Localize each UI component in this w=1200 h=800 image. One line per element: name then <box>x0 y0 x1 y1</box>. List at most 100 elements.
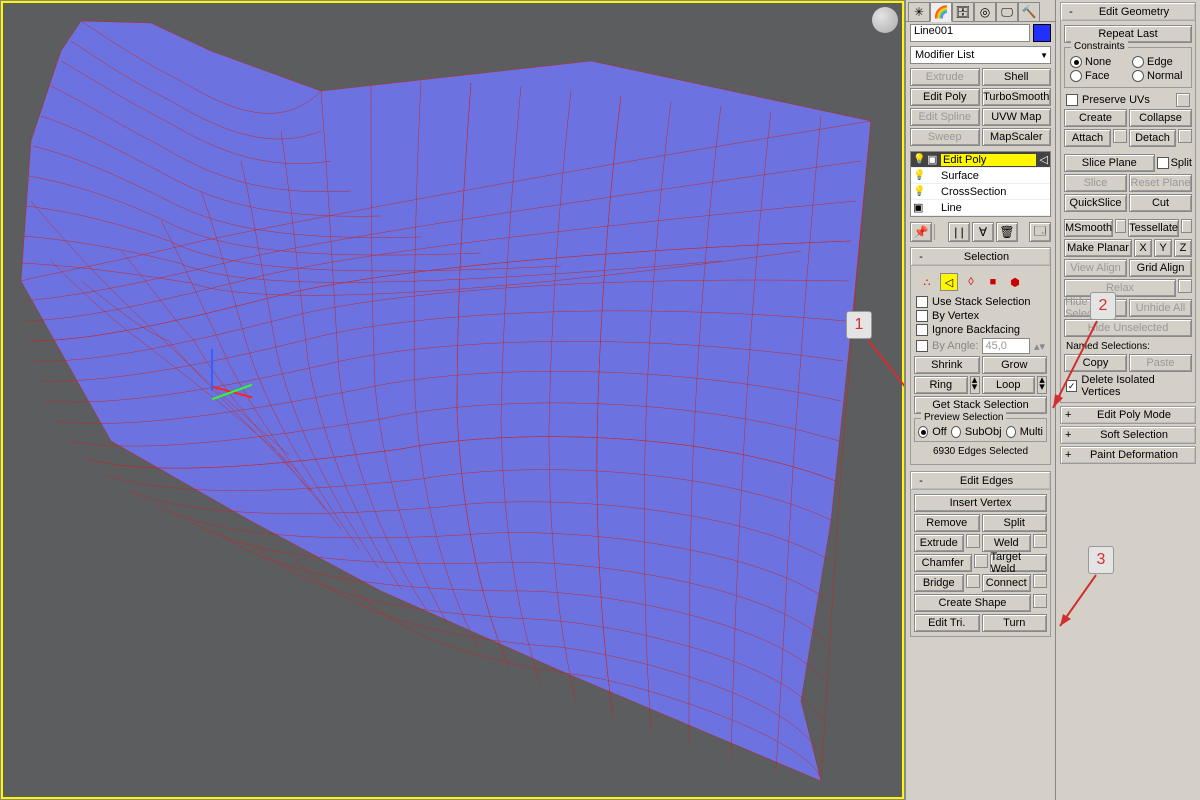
btn-create[interactable]: Create <box>1064 109 1127 127</box>
axis-z[interactable] <box>211 349 213 391</box>
show-end-result-button[interactable]: | | <box>948 222 970 242</box>
btn-turbosmooth[interactable]: TurboSmooth <box>982 88 1052 106</box>
btn-slice[interactable]: Slice <box>1064 174 1127 192</box>
tab-display[interactable]: 🖵 <box>996 2 1018 22</box>
btn-grow[interactable]: Grow <box>982 356 1048 374</box>
radio-preview-subobj[interactable] <box>951 426 961 438</box>
btn-target-weld[interactable]: Target Weld <box>990 554 1048 572</box>
chk-delete-isolated[interactable]: ✓ <box>1066 380 1077 392</box>
btn-planar-z[interactable]: Z <box>1174 239 1192 257</box>
btn-planar-y[interactable]: Y <box>1154 239 1172 257</box>
btn-turn[interactable]: Turn <box>982 614 1048 632</box>
lightbulb-icon[interactable]: 💡 <box>913 154 923 165</box>
btn-create-shape[interactable]: Create Shape <box>914 594 1031 612</box>
btn-paste-named[interactable]: Paste <box>1129 354 1192 372</box>
radio-constraint-edge[interactable] <box>1132 56 1144 68</box>
loop-spinner[interactable]: ▴▾ <box>1037 376 1047 394</box>
btn-extrude-edge[interactable]: Extrude <box>914 534 964 552</box>
btn-planar-x[interactable]: X <box>1134 239 1152 257</box>
weld-settings[interactable] <box>1033 534 1047 548</box>
btn-sweep[interactable]: Sweep <box>910 128 980 146</box>
radio-constraint-face[interactable] <box>1070 70 1082 82</box>
btn-connect[interactable]: Connect <box>982 574 1032 592</box>
btn-collapse[interactable]: Collapse <box>1129 109 1192 127</box>
angle-spinner-arrows[interactable]: ▴▾ <box>1034 340 1045 353</box>
lightbulb-icon[interactable]: 💡 <box>913 170 923 181</box>
chk-preserve-uvs[interactable] <box>1066 94 1078 106</box>
detach-settings[interactable] <box>1178 129 1192 143</box>
rollout-header-edit-geometry[interactable]: - Edit Geometry <box>1061 3 1195 21</box>
btn-insert-vertex[interactable]: Insert Vertex <box>914 494 1047 512</box>
btn-copy-named[interactable]: Copy <box>1064 354 1127 372</box>
btn-relax[interactable]: Relax <box>1064 279 1176 297</box>
viewcube[interactable] <box>872 7 898 33</box>
btn-shrink[interactable]: Shrink <box>914 356 980 374</box>
btn-weld[interactable]: Weld <box>982 534 1032 552</box>
tab-motion[interactable]: ◎ <box>974 2 996 22</box>
expand-icon[interactable]: ▣ <box>927 153 937 166</box>
btn-editspline[interactable]: Edit Spline <box>910 108 980 126</box>
btn-hide-unselected[interactable]: Hide Unselected <box>1064 319 1192 337</box>
rollout-paint-deformation[interactable]: +Paint Deformation <box>1060 446 1196 464</box>
chk-ignore-backfacing[interactable] <box>916 324 928 336</box>
btn-unhide-all[interactable]: Unhide All <box>1129 299 1192 317</box>
angle-spinner[interactable]: 45,0 <box>982 338 1029 354</box>
rollout-header-selection[interactable]: - Selection <box>911 248 1050 266</box>
btn-shell[interactable]: Shell <box>982 68 1052 86</box>
btn-reset-plane[interactable]: Reset Plane <box>1129 174 1192 192</box>
btn-mapscaler[interactable]: MapScaler <box>982 128 1052 146</box>
btn-tessellate[interactable]: Tessellate <box>1128 219 1179 237</box>
tab-utilities[interactable]: 🔨 <box>1018 2 1040 22</box>
stack-item-editpoly[interactable]: 💡 ▣ Edit Poly ◁ <box>911 152 1050 168</box>
chk-split-slice[interactable] <box>1157 157 1169 169</box>
btn-cut[interactable]: Cut <box>1129 194 1192 212</box>
radio-preview-off[interactable] <box>918 426 928 438</box>
chamfer-settings[interactable] <box>974 554 988 568</box>
msmooth-settings[interactable] <box>1115 219 1126 233</box>
ring-spinner[interactable]: ▴▾ <box>970 376 980 394</box>
relax-settings[interactable] <box>1178 279 1192 293</box>
expand-icon[interactable]: ▣ <box>913 201 923 214</box>
chk-use-stack[interactable] <box>916 296 928 308</box>
object-color-swatch[interactable] <box>1033 24 1051 42</box>
btn-edit-tri[interactable]: Edit Tri. <box>914 614 980 632</box>
attach-list[interactable] <box>1113 129 1127 143</box>
radio-preview-multi[interactable] <box>1006 426 1016 438</box>
create-shape-settings[interactable] <box>1033 594 1047 608</box>
stack-item-line[interactable]: ▣ Line <box>911 200 1050 216</box>
stack-item-crosssection[interactable]: 💡 CrossSection <box>911 184 1050 200</box>
make-unique-button[interactable]: ∀ <box>972 222 994 242</box>
tab-hierarchy[interactable]: 🗄 <box>952 2 974 22</box>
btn-remove[interactable]: Remove <box>914 514 980 532</box>
viewport-perspective[interactable]: 1 <box>0 0 905 800</box>
bridge-settings[interactable] <box>966 574 980 588</box>
remove-modifier-button[interactable]: 🗑 <box>996 222 1018 242</box>
btn-extrude[interactable]: Extrude <box>910 68 980 86</box>
subobj-vertex[interactable]: ∴ <box>918 273 936 291</box>
pin-stack-button[interactable]: 📌 <box>910 222 932 242</box>
subobj-edge[interactable]: ◁ <box>940 273 958 291</box>
btn-detach[interactable]: Detach <box>1129 129 1176 147</box>
lightbulb-icon[interactable]: 💡 <box>913 186 923 197</box>
preserve-uvs-settings[interactable] <box>1176 93 1190 107</box>
connect-settings[interactable] <box>1033 574 1047 588</box>
btn-quickslice[interactable]: QuickSlice <box>1064 194 1127 212</box>
btn-view-align[interactable]: View Align <box>1064 259 1127 277</box>
chk-by-angle[interactable] <box>916 340 928 352</box>
btn-loop[interactable]: Loop <box>982 376 1036 394</box>
subobj-element[interactable]: ⬢ <box>1006 273 1024 291</box>
btn-grid-align[interactable]: Grid Align <box>1129 259 1192 277</box>
stack-item-surface[interactable]: 💡 Surface <box>911 168 1050 184</box>
btn-editpoly[interactable]: Edit Poly <box>910 88 980 106</box>
extrude-settings[interactable] <box>966 534 980 548</box>
btn-make-planar[interactable]: Make Planar <box>1064 239 1132 257</box>
rollout-soft-selection[interactable]: +Soft Selection <box>1060 426 1196 444</box>
tessellate-settings[interactable] <box>1181 219 1192 233</box>
radio-constraint-none[interactable] <box>1070 56 1082 68</box>
btn-slice-plane[interactable]: Slice Plane <box>1064 154 1155 172</box>
radio-constraint-normal[interactable] <box>1132 70 1144 82</box>
btn-chamfer[interactable]: Chamfer <box>914 554 972 572</box>
tab-modify[interactable]: 🌈 <box>930 2 952 22</box>
btn-ring[interactable]: Ring <box>914 376 968 394</box>
btn-attach[interactable]: Attach <box>1064 129 1111 147</box>
